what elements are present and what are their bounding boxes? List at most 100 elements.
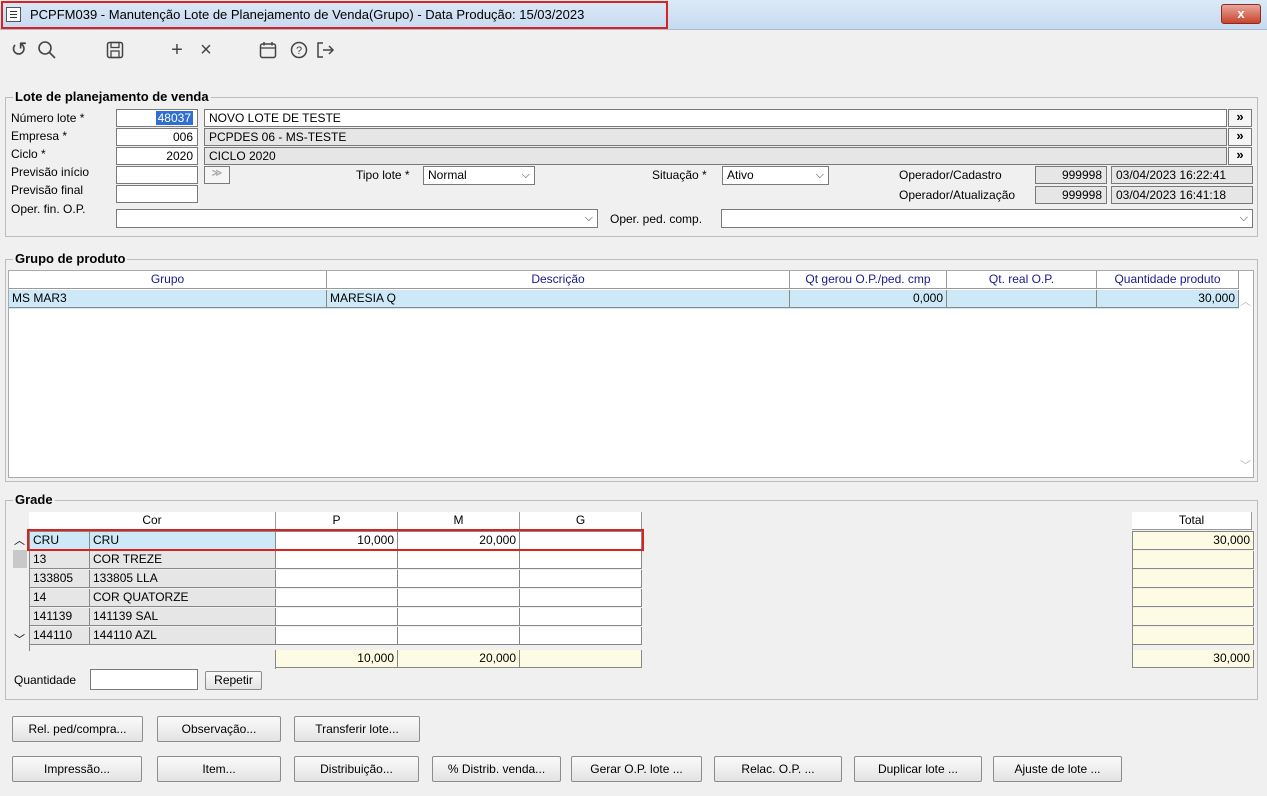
repetir-button[interactable]: Repetir bbox=[205, 671, 262, 690]
cor-name-cell[interactable]: COR QUATORZE bbox=[90, 589, 276, 607]
total-cell[interactable] bbox=[1133, 608, 1254, 626]
cor-code-cell[interactable]: 133805 bbox=[30, 570, 90, 588]
total-cell[interactable] bbox=[1133, 570, 1254, 588]
undo-icon[interactable]: ↺ bbox=[6, 37, 32, 63]
oper-fin-op-select[interactable]: ⌵ bbox=[116, 209, 598, 228]
calendar-icon[interactable] bbox=[255, 37, 281, 63]
operador-cadastro-date: 03/04/2023 16:22:41 bbox=[1111, 166, 1253, 184]
p-cell[interactable] bbox=[276, 570, 398, 588]
row-highlight bbox=[27, 529, 644, 551]
lote-panel: Lote de planejamento de venda Número lot… bbox=[5, 89, 1258, 237]
qt-gerou-header[interactable]: Qt gerou O.P./ped. cmp bbox=[790, 271, 947, 289]
grand-total-cell: 30,000 bbox=[1132, 650, 1254, 668]
empresa-more-button[interactable]: » bbox=[1228, 128, 1252, 146]
gerar-op-lote-button[interactable]: Gerar O.P. lote ... bbox=[571, 756, 702, 782]
p-cell[interactable] bbox=[276, 589, 398, 607]
duplicar-lote-button[interactable]: Duplicar lote ... bbox=[854, 756, 982, 782]
m-cell[interactable] bbox=[398, 570, 520, 588]
scroll-up-icon[interactable]: ︿ bbox=[14, 532, 25, 548]
help-icon[interactable]: ? bbox=[286, 37, 312, 63]
g-cell[interactable] bbox=[520, 608, 642, 626]
cor-name-cell[interactable]: 141139 SAL bbox=[90, 608, 276, 626]
size-g-header[interactable]: G bbox=[520, 512, 642, 530]
close-button[interactable]: x bbox=[1221, 4, 1261, 24]
quantidade-produto-header[interactable]: Quantidade produto bbox=[1097, 271, 1239, 289]
table-row[interactable]: 144110 144110 AZL bbox=[30, 627, 643, 646]
table-row[interactable]: 141139 141139 SAL bbox=[30, 608, 643, 627]
qt-real-header[interactable]: Qt. real O.P. bbox=[947, 271, 1097, 289]
cor-name-cell[interactable]: 133805 LLA bbox=[90, 570, 276, 588]
total-cell[interactable] bbox=[1133, 551, 1254, 569]
descricao-cell[interactable]: MARESIA Q bbox=[327, 290, 790, 308]
descricao-header[interactable]: Descrição bbox=[327, 271, 790, 289]
add-icon[interactable]: + bbox=[164, 37, 190, 63]
g-cell[interactable] bbox=[520, 551, 642, 569]
total-cell[interactable]: 30,000 bbox=[1133, 532, 1254, 550]
g-cell[interactable] bbox=[520, 570, 642, 588]
numero-lote-more-button[interactable]: » bbox=[1228, 109, 1252, 127]
transferir-lote-button[interactable]: Transferir lote... bbox=[294, 716, 420, 742]
p-cell[interactable] bbox=[276, 551, 398, 569]
previsao-final-input[interactable] bbox=[116, 185, 198, 203]
p-cell[interactable] bbox=[276, 627, 398, 645]
m-cell[interactable] bbox=[398, 608, 520, 626]
tipo-lote-select[interactable]: Normal ⌵ bbox=[423, 166, 535, 185]
search-icon[interactable] bbox=[34, 37, 60, 63]
ajuste-lote-button[interactable]: Ajuste de lote ... bbox=[993, 756, 1122, 782]
g-cell[interactable] bbox=[520, 627, 642, 645]
numero-lote-input[interactable]: 48037 bbox=[155, 111, 193, 125]
rel-ped-compra-button[interactable]: Rel. ped/compra... bbox=[12, 716, 143, 742]
previsao-more-button[interactable]: ≫ bbox=[204, 166, 230, 184]
empresa-desc: PCPDES 06 - MS-TESTE bbox=[204, 128, 1227, 146]
scroll-down-icon[interactable]: ﹀ bbox=[14, 631, 25, 647]
table-row[interactable]: 133805 133805 LLA bbox=[30, 570, 643, 589]
ciclo-input[interactable]: 2020 bbox=[116, 147, 198, 165]
cor-name-cell[interactable]: COR TREZE bbox=[90, 551, 276, 569]
impressao-button[interactable]: Impressão... bbox=[12, 756, 142, 782]
observacao-button[interactable]: Observação... bbox=[157, 716, 281, 742]
m-cell[interactable] bbox=[398, 627, 520, 645]
save-icon[interactable] bbox=[102, 37, 128, 63]
numero-lote-desc[interactable]: NOVO LOTE DE TESTE bbox=[204, 109, 1227, 127]
qt-real-cell[interactable] bbox=[947, 290, 1097, 308]
cor-code-cell[interactable]: 141139 bbox=[30, 608, 90, 626]
scroll-down-icon[interactable]: ﹀ bbox=[1240, 457, 1251, 473]
quantidade-label: Quantidade bbox=[14, 673, 77, 687]
empresa-input[interactable]: 006 bbox=[116, 128, 198, 146]
scroll-up-icon[interactable]: ︿ bbox=[1240, 293, 1251, 309]
total-header[interactable]: Total bbox=[1132, 512, 1252, 530]
oper-ped-comp-select[interactable]: ⌵ bbox=[721, 209, 1253, 228]
m-cell[interactable] bbox=[398, 589, 520, 607]
previsao-inicio-input[interactable] bbox=[116, 166, 198, 184]
exit-icon[interactable] bbox=[313, 37, 339, 63]
table-row[interactable]: 13 COR TREZE bbox=[30, 551, 643, 570]
item-button[interactable]: Item... bbox=[157, 756, 281, 782]
cor-code-cell[interactable]: 144110 bbox=[30, 627, 90, 645]
m-cell[interactable] bbox=[398, 551, 520, 569]
ciclo-more-button[interactable]: » bbox=[1228, 147, 1252, 165]
operador-atualizacao-date: 03/04/2023 16:41:18 bbox=[1111, 186, 1253, 204]
total-cell[interactable] bbox=[1133, 589, 1254, 607]
qt-gerou-cell[interactable]: 0,000 bbox=[790, 290, 947, 308]
delete-icon[interactable]: × bbox=[193, 37, 219, 63]
cor-code-cell[interactable]: 14 bbox=[30, 589, 90, 607]
distribuicao-button[interactable]: Distribuição... bbox=[294, 756, 419, 782]
quantidade-input[interactable] bbox=[90, 669, 198, 690]
total-cell[interactable] bbox=[1133, 627, 1254, 645]
table-row[interactable]: 14 COR QUATORZE bbox=[30, 589, 643, 608]
relac-op-button[interactable]: Relac. O.P. ... bbox=[714, 756, 842, 782]
grupo-header[interactable]: Grupo bbox=[9, 271, 327, 289]
situacao-select[interactable]: Ativo ⌵ bbox=[722, 166, 829, 185]
grupo-cell[interactable]: MS MAR3 bbox=[9, 290, 327, 308]
table-row[interactable]: MS MAR3 MARESIA Q 0,000 30,000 bbox=[9, 290, 1239, 309]
cor-code-cell[interactable]: 13 bbox=[30, 551, 90, 569]
g-cell[interactable] bbox=[520, 589, 642, 607]
size-p-header[interactable]: P bbox=[276, 512, 398, 530]
distrib-venda-button[interactable]: % Distrib. venda... bbox=[432, 756, 561, 782]
size-m-header[interactable]: M bbox=[398, 512, 520, 530]
cor-name-cell[interactable]: 144110 AZL bbox=[90, 627, 276, 645]
quantidade-produto-cell[interactable]: 30,000 bbox=[1097, 290, 1239, 308]
cor-header[interactable]: Cor bbox=[29, 512, 276, 530]
tipo-lote-label: Tipo lote * bbox=[356, 168, 410, 182]
p-cell[interactable] bbox=[276, 608, 398, 626]
